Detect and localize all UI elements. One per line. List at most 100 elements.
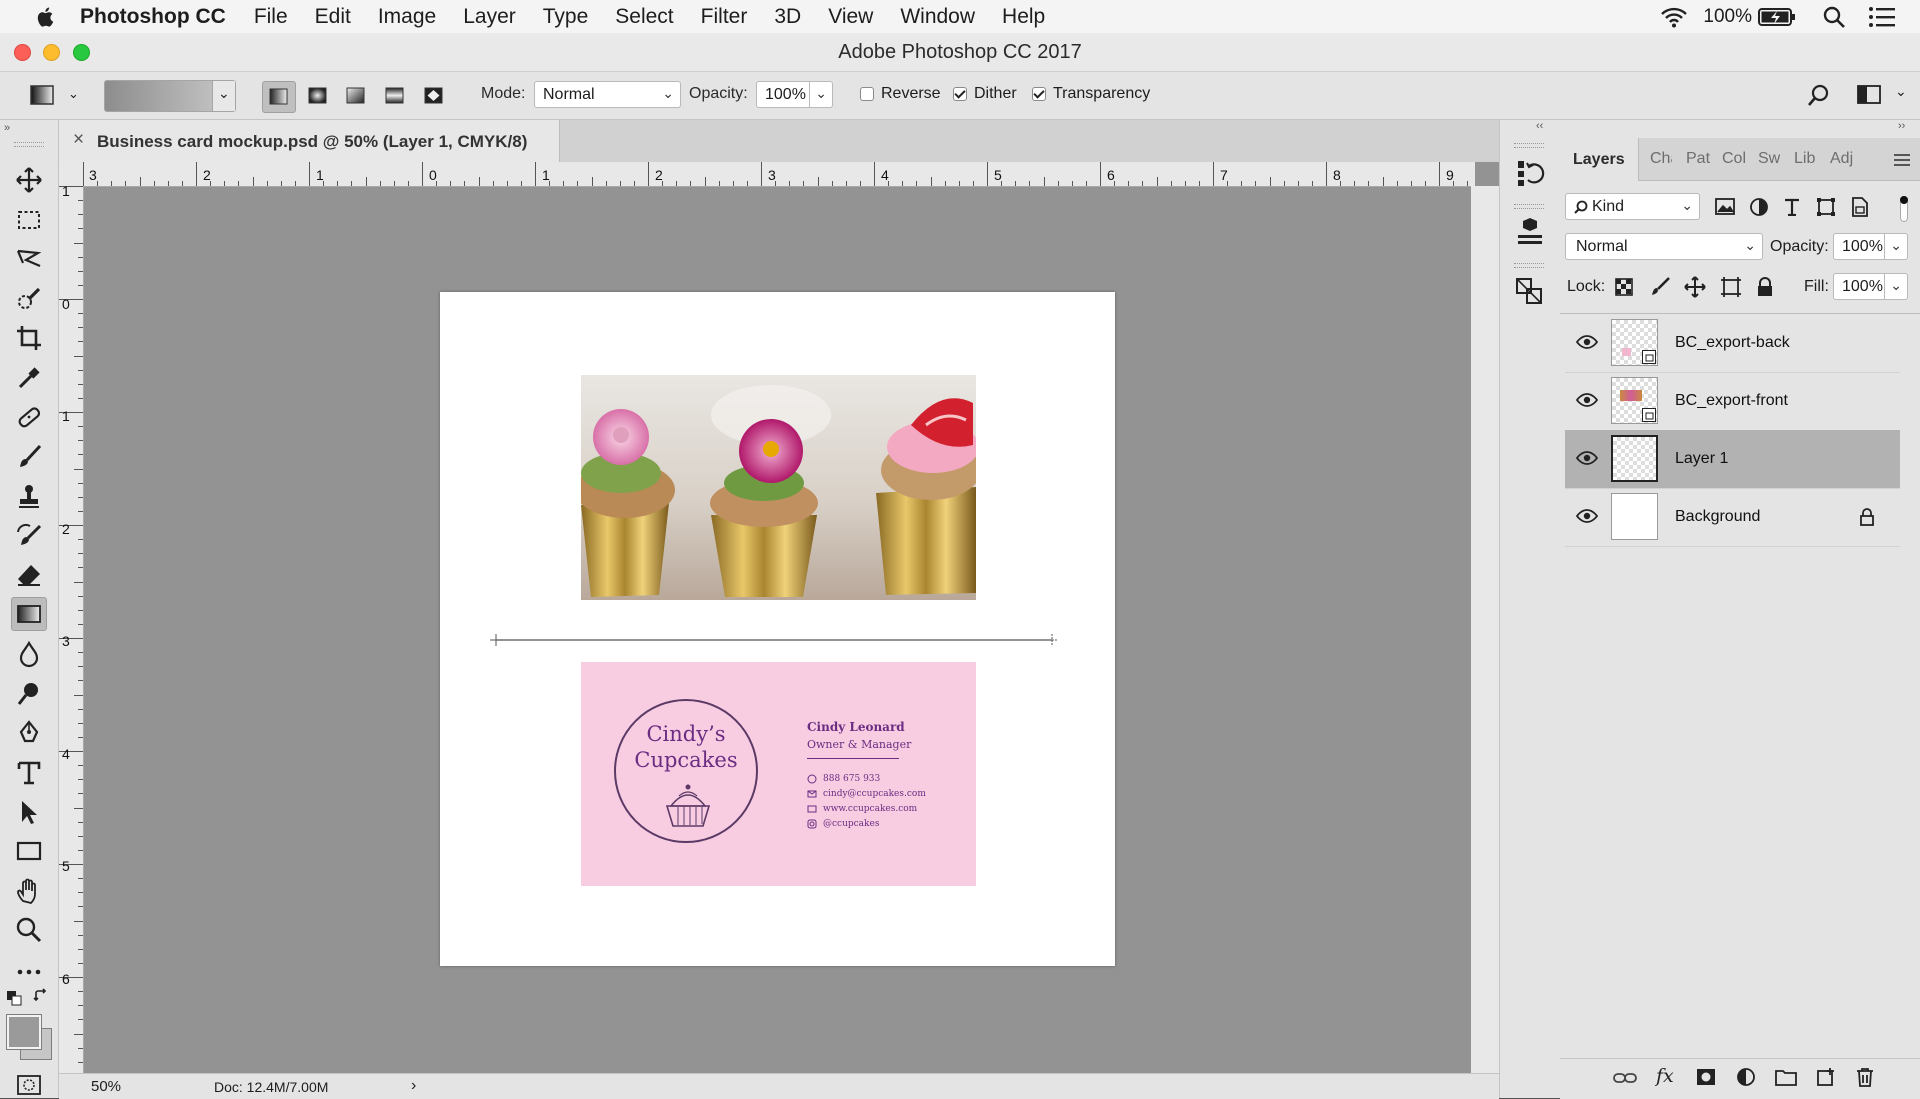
path-selection-tool[interactable] xyxy=(11,795,47,829)
menu-window[interactable]: Window xyxy=(900,5,975,29)
fill-dropdown[interactable]: ⌄ xyxy=(1884,273,1908,300)
close-tab-icon[interactable]: × xyxy=(73,129,84,151)
visibility-eye-icon[interactable] xyxy=(1576,392,1598,408)
lock-icon[interactable] xyxy=(1859,508,1875,526)
visibility-eye-icon[interactable] xyxy=(1576,450,1598,466)
dither-checkbox-box[interactable] xyxy=(953,87,967,101)
menu-view[interactable]: View xyxy=(828,5,873,29)
diamond-gradient-button[interactable] xyxy=(418,81,452,113)
collapse-panel-icon[interactable]: ›› xyxy=(1898,120,1905,132)
tab-adjustments[interactable]: Adj xyxy=(1830,150,1862,168)
lock-transparent-pixels-icon[interactable] xyxy=(1615,278,1633,296)
menu-edit[interactable]: Edit xyxy=(315,5,351,29)
business-card[interactable]: Cindy’s Cupcakes Cindy Leonard Owner & M… xyxy=(581,662,976,886)
healing-brush-tool[interactable] xyxy=(11,400,47,434)
apple-icon[interactable] xyxy=(30,5,62,29)
hand-tool[interactable] xyxy=(11,874,47,908)
gradient-picker[interactable]: ⌄ xyxy=(104,80,236,112)
blur-tool[interactable] xyxy=(11,637,47,671)
layer-row-layer-1[interactable]: Layer 1 xyxy=(1565,430,1900,489)
filter-pixel-icon[interactable] xyxy=(1715,198,1735,216)
tab-layers[interactable]: Layers xyxy=(1560,138,1639,181)
eraser-tool[interactable] xyxy=(11,558,47,592)
dock-grip[interactable] xyxy=(1514,143,1544,148)
edit-toolbar-button[interactable] xyxy=(11,955,47,989)
layer-row-background[interactable]: Background xyxy=(1565,488,1900,547)
menu-help[interactable]: Help xyxy=(1002,5,1045,29)
pen-tool[interactable] xyxy=(11,716,47,750)
eyedropper-tool[interactable] xyxy=(11,361,47,395)
dither-checkbox[interactable]: Dither xyxy=(953,85,1017,103)
notification-center-icon[interactable] xyxy=(1868,6,1896,28)
add-mask-icon[interactable] xyxy=(1696,1068,1716,1086)
workspace-switcher-icon[interactable] xyxy=(1857,84,1883,106)
angle-gradient-button[interactable] xyxy=(340,81,374,113)
vertical-ruler[interactable]: 1 0 1 2 3 4 5 6 xyxy=(59,183,84,1078)
lasso-tool[interactable] xyxy=(11,242,47,276)
menu-3d[interactable]: 3D xyxy=(774,5,801,29)
menu-select[interactable]: Select xyxy=(615,5,673,29)
layer-opacity-dropdown[interactable]: ⌄ xyxy=(1884,233,1908,260)
lock-image-pixels-icon[interactable] xyxy=(1650,277,1670,297)
blend-mode-select[interactable]: Normal ⌄ xyxy=(1565,233,1763,260)
layer-name[interactable]: Background xyxy=(1675,508,1760,526)
transparency-checkbox[interactable]: Transparency xyxy=(1032,85,1150,103)
dodge-tool[interactable] xyxy=(11,677,47,711)
linear-gradient-button[interactable] xyxy=(262,81,296,113)
marquee-tool[interactable] xyxy=(11,203,47,237)
history-panel-icon[interactable] xyxy=(1515,158,1545,188)
dock-grip[interactable] xyxy=(1514,263,1544,268)
zoom-level[interactable]: 50% xyxy=(91,1078,121,1095)
delete-layer-icon[interactable] xyxy=(1856,1067,1874,1087)
foreground-color-swatch[interactable] xyxy=(6,1014,42,1050)
filter-adjustment-icon[interactable] xyxy=(1749,197,1769,217)
document-tab[interactable]: × Business card mockup.psd @ 50% (Layer … xyxy=(59,120,560,162)
layer-filter-kind-select[interactable]: Kind ⌄ xyxy=(1565,193,1700,220)
panel-menu-icon[interactable] xyxy=(1894,153,1910,167)
new-layer-icon[interactable] xyxy=(1816,1067,1836,1087)
menu-file[interactable]: File xyxy=(254,5,288,29)
tab-libraries[interactable]: Lib xyxy=(1794,150,1815,168)
lock-all-icon[interactable] xyxy=(1756,277,1774,297)
tab-channels[interactable]: Cha xyxy=(1650,150,1672,168)
brush-tool[interactable] xyxy=(11,440,47,474)
tool-preset-picker[interactable]: ⌄ xyxy=(30,84,84,108)
reflected-gradient-button[interactable] xyxy=(379,81,413,113)
move-tool[interactable] xyxy=(11,163,47,197)
menu-filter[interactable]: Filter xyxy=(701,5,748,29)
type-tool[interactable] xyxy=(11,756,47,790)
layer-opacity-input[interactable]: 100% xyxy=(1833,233,1885,260)
visibility-eye-icon[interactable] xyxy=(1576,334,1598,350)
filter-type-icon[interactable] xyxy=(1783,198,1801,216)
opacity-dropdown-button[interactable]: ⌄ xyxy=(809,81,833,108)
menu-layer[interactable]: Layer xyxy=(463,5,516,29)
default-colors-icon[interactable] xyxy=(6,990,22,1006)
wifi-icon[interactable] xyxy=(1659,5,1689,29)
opacity-input[interactable]: 100% xyxy=(756,81,810,108)
clone-stamp-tool[interactable] xyxy=(11,480,47,514)
layer-name[interactable]: BC_export-back xyxy=(1675,334,1790,352)
cupcake-photo[interactable] xyxy=(581,375,976,600)
collapse-toolbar-icon[interactable]: » xyxy=(4,122,10,134)
toolbar-grip[interactable] xyxy=(14,142,44,147)
battery-icon[interactable] xyxy=(1758,6,1796,28)
layer-row-bc-export-back[interactable]: BC_export-back xyxy=(1565,314,1900,373)
doc-size-info[interactable]: Doc: 12.4M/7.00M xyxy=(214,1079,328,1095)
tab-color[interactable]: Col xyxy=(1722,150,1746,168)
quick-mask-icon[interactable] xyxy=(16,1074,42,1096)
filter-toggle-switch[interactable] xyxy=(1900,196,1908,222)
visibility-eye-icon[interactable] xyxy=(1576,508,1598,524)
tab-paths[interactable]: Pat xyxy=(1686,150,1710,168)
tab-swatches[interactable]: Sw xyxy=(1758,150,1780,168)
vertical-scrollbar[interactable] xyxy=(1471,186,1499,1078)
swap-colors-icon[interactable] xyxy=(33,988,49,1004)
document-canvas[interactable]: Cindy’s Cupcakes Cindy Leonard Owner & M… xyxy=(440,292,1115,966)
menu-type[interactable]: Type xyxy=(543,5,589,29)
dock-grip[interactable] xyxy=(1514,204,1544,209)
lock-artboard-icon[interactable] xyxy=(1720,276,1742,298)
properties-panel-icon[interactable] xyxy=(1515,277,1545,307)
add-layer-style-icon[interactable]: fx xyxy=(1656,1065,1674,1087)
lock-position-icon[interactable] xyxy=(1684,276,1706,298)
layer-row-bc-export-front[interactable]: BC_export-front xyxy=(1565,372,1900,431)
rectangle-tool[interactable] xyxy=(11,834,47,868)
